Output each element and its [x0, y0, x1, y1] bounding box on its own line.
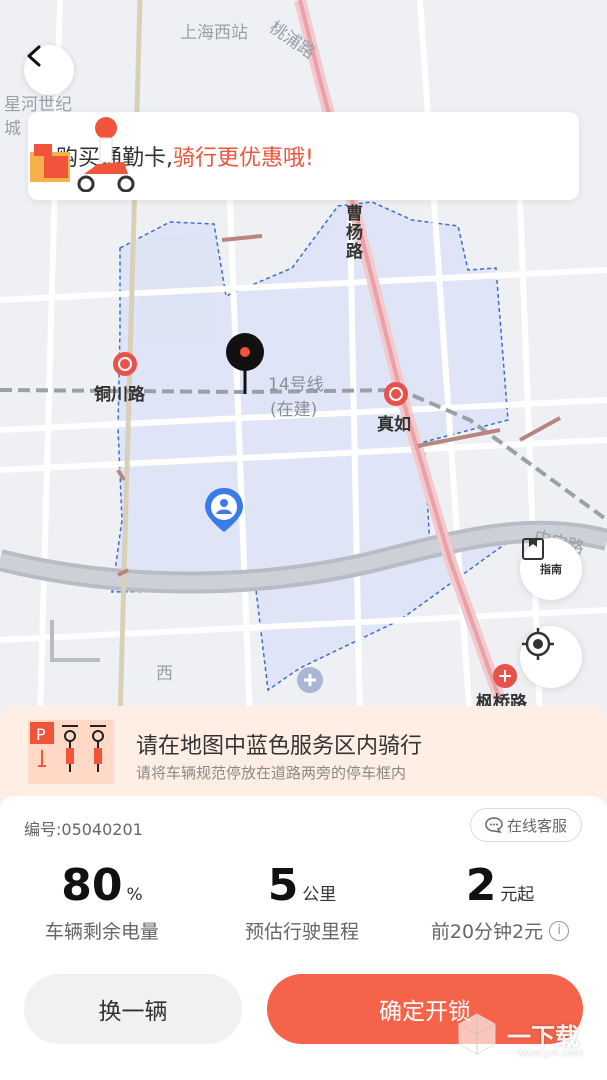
- battery-unit: %: [126, 885, 143, 905]
- range-stat: 5 公里 预估行驶里程: [202, 860, 402, 944]
- watermark-url: www.yi4.com: [517, 1048, 584, 1059]
- guide-icon: [522, 538, 544, 560]
- metro-station-tongchuan: [113, 352, 137, 376]
- metro-station-zhenru: [384, 382, 408, 406]
- metro-station-fengqiao: [493, 664, 517, 688]
- map-label-line14-status: (在建): [270, 400, 318, 420]
- chat-icon: [485, 817, 503, 833]
- customer-service-button[interactable]: 在线客服: [470, 808, 582, 842]
- price-label: 前20分钟2元: [430, 921, 544, 943]
- price-value: 2: [465, 860, 497, 911]
- battery-label: 车辆剩余电量: [44, 921, 159, 943]
- battery-value: 80: [61, 860, 123, 911]
- watermark-logo-icon: [458, 1013, 496, 1055]
- watermark-text: 一下载: [507, 1022, 579, 1051]
- range-value: 5: [267, 860, 299, 911]
- guide-label: 指南: [540, 563, 562, 576]
- map-label-xinghe-2: 城: [4, 119, 21, 139]
- guide-button[interactable]: 指南: [520, 538, 582, 600]
- promo-highlight-text: 骑行更优惠哦!: [173, 146, 314, 171]
- back-arrow-icon: [27, 45, 41, 67]
- map-canvas: [0, 0, 607, 720]
- parking-illustration: P: [28, 720, 114, 784]
- info-icon[interactable]: i: [549, 920, 570, 941]
- price-unit: 元起: [500, 885, 535, 905]
- map-label-xi: 西: [152, 664, 172, 683]
- customer-service-label: 在线客服: [506, 816, 567, 835]
- locate-icon: [522, 628, 554, 660]
- battery-stat: 80% 车辆剩余电量: [2, 860, 202, 944]
- bike-id: 编号:05040201: [24, 820, 143, 839]
- notice-title: 请在地图中蓝色服务区内骑行: [136, 734, 423, 759]
- watermark: 一下载 www.yi4.com: [455, 1012, 583, 1059]
- range-label: 预估行驶里程: [244, 921, 359, 943]
- map-label-shanghai-west: 上海西站: [180, 23, 248, 43]
- map-view[interactable]: 上海西站 桃浦路 星河世纪 城 曹杨路 铜川路 14号线 (在建) 真如 中宁路…: [0, 0, 607, 720]
- map-label-line14: 14号线: [268, 375, 324, 395]
- notice-subtitle: 请将车辆规范停放在道路两旁的停车框内: [136, 764, 407, 782]
- back-button[interactable]: [24, 45, 74, 95]
- locate-button[interactable]: [520, 626, 582, 688]
- switch-bike-button[interactable]: 换一辆: [24, 974, 242, 1044]
- map-label-caoyang: 曹杨路: [342, 204, 362, 261]
- range-unit: 公里: [302, 885, 337, 905]
- map-label-tongchuan: 铜川路: [94, 385, 145, 405]
- price-stat: 2 元起 前20分钟2元 i: [400, 860, 600, 944]
- map-label-zhenru: 真如: [377, 415, 411, 435]
- svg-text:P: P: [36, 725, 46, 744]
- service-area-notice: P 请在地图中蓝色服务区内骑行 请将车辆规范停放在道路两旁的停车框内: [0, 706, 607, 806]
- commute-card-banner[interactable]: 购买通勤卡,骑行更优惠哦!: [28, 112, 579, 200]
- scooter-rider-illustration: [30, 117, 135, 192]
